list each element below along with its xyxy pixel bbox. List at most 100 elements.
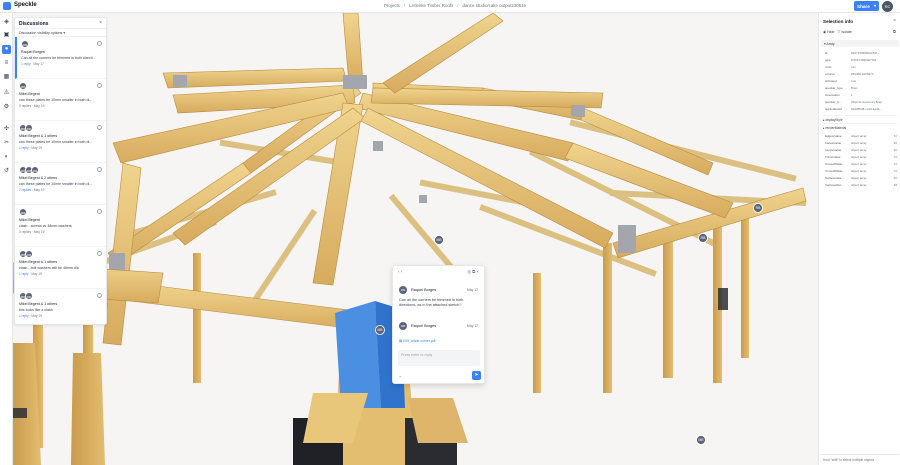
resolve-icon[interactable]	[97, 167, 102, 172]
resolve-icon[interactable]	[97, 293, 102, 298]
close-icon[interactable]: ×	[893, 18, 896, 24]
measure-icon[interactable]: ◬	[2, 88, 11, 97]
subgroup-render-material[interactable]: ▸ renderMaterial	[823, 123, 897, 130]
speckle-logo-icon[interactable]	[3, 2, 11, 10]
array-count: 72	[893, 169, 897, 173]
eye-icon: ◉	[823, 30, 827, 34]
property-row: isClosed true	[819, 79, 900, 86]
discussion-thread[interactable]: MB Mikel Begent can these plates be 10mm…	[15, 79, 106, 121]
discussion-thread[interactable]: MB RB Mikel Begent & 1 others this looks …	[15, 289, 106, 324]
discussion-thread[interactable]: MB RB RB Mikel Begent & 2 others can these…	[15, 163, 106, 205]
attachment-link[interactable]: ▤ K05_blade corner.pdf	[399, 339, 435, 343]
reply-input[interactable]: Press enter to reply	[398, 350, 480, 366]
top-bar: Speckle Projects / Lerlenke Timber Roofs / d…	[0, 0, 900, 13]
user-avatar[interactable]: RC	[882, 1, 893, 12]
selection-info-panel: Selection info × ◉ Hide ▽ Isolate ⧉ ▾ Ar…	[818, 13, 900, 465]
subgroup-label: renderMaterial	[825, 125, 847, 130]
chat-icon[interactable]: ●	[2, 45, 11, 54]
thread-replies: 2 replies	[19, 188, 32, 192]
discussion-pin-label: RB	[701, 236, 706, 240]
property-row: type bf76574999a07f9d	[819, 58, 900, 65]
selection-group-header[interactable]: ▾ Array	[821, 40, 899, 47]
thread-replies: 0 replies	[19, 230, 32, 234]
avatar: MB	[19, 208, 27, 216]
array-count: 20	[893, 141, 897, 145]
avatar: RB	[21, 40, 29, 48]
filter-icon: ▽	[837, 30, 841, 34]
list-icon[interactable]: ≡	[2, 59, 11, 68]
discussion-thread[interactable]: MB RB Mikel Begent & 1 others can these p…	[15, 121, 106, 163]
send-button[interactable]: ➤	[472, 371, 481, 380]
palette-icon[interactable]: ◐	[2, 153, 11, 162]
resolve-icon[interactable]	[97, 251, 102, 256]
array-count: 48	[893, 183, 897, 187]
settings-icon[interactable]: ⚙	[2, 103, 11, 112]
close-icon[interactable]: ×	[476, 269, 480, 274]
breadcrumb-project[interactable]: Lerlenke Timber Roofs	[409, 3, 453, 8]
grid-icon[interactable]: ▦	[2, 73, 11, 82]
breadcrumb-model[interactable]: dance studio/cake output230516	[463, 3, 526, 8]
property-value: true	[851, 79, 857, 83]
comment-author: Raquel Borges	[411, 288, 437, 292]
thread-date: May 19	[33, 188, 45, 192]
array-row[interactable]: Curve3D/dat... object array 72	[819, 169, 900, 176]
3d-viewer[interactable]: RB MB MB RB MB	[13, 13, 818, 465]
explode-icon[interactable]: ✣	[2, 125, 11, 134]
discussion-thread[interactable]: MB RB Mikel Begent & 1 others clash - bol…	[15, 247, 106, 289]
thread-nav-arrows[interactable]: ‹ ›	[398, 269, 402, 274]
thread-date: May 19	[31, 146, 42, 150]
hide-button[interactable]: ◉ Hide	[823, 30, 835, 34]
resolve-icon[interactable]	[97, 41, 102, 46]
array-row[interactable]: Surfaces/da... object array 20	[819, 176, 900, 183]
discussion-pin-label: MB	[698, 438, 704, 442]
property-value: object array	[851, 176, 867, 180]
thread-replies: 1 reply	[19, 146, 29, 150]
property-row: units mm	[819, 65, 900, 72]
thread-date: May 17	[33, 62, 44, 66]
isolate-button[interactable]: ▽ Isolate	[838, 30, 852, 34]
resolve-icon[interactable]	[97, 125, 102, 130]
array-row[interactable]: Faces/value object array 20	[819, 141, 900, 148]
array-row[interactable]: Trims/value object array 72	[819, 155, 900, 162]
close-icon[interactable]: ×	[99, 20, 102, 26]
breadcrumb-projects[interactable]: Projects	[384, 3, 400, 8]
property-row: speckle_ty... Objects.Geometry.Brep	[819, 100, 900, 107]
comment-date: May 17	[466, 324, 478, 328]
array-row[interactable]: Edges/value object array 72	[819, 134, 900, 141]
thread-text: can these plates be 10mm smaller in both…	[19, 140, 93, 144]
discussion-thread[interactable]: MB Mikel Begent clash - screws vs 48mm w…	[15, 205, 106, 247]
cube-icon[interactable]: ▣	[2, 31, 11, 40]
discussions-header: Discussions ×	[15, 18, 106, 29]
thread-replies: 1 reply	[21, 62, 31, 66]
share-button[interactable]: Share ▾	[854, 1, 879, 11]
visibility-options-dropdown[interactable]: Discussion visibility options ▾	[15, 29, 106, 37]
resolve-icon[interactable]	[97, 209, 102, 214]
open-external-icon[interactable]: ⧉	[893, 29, 896, 34]
property-value: 3a338b38-cc49-4a3b...	[851, 107, 882, 111]
property-value: object array	[851, 162, 867, 166]
visibility-options-label: Discussion visibility options	[19, 31, 63, 35]
discussion-thread[interactable]: RB Raquel Borges Can all the corners be …	[15, 37, 106, 79]
isolate-label: Isolate	[841, 30, 852, 34]
array-count: 20	[893, 148, 897, 152]
chevron-down-icon: ▾	[63, 31, 66, 35]
subgroup-display-style[interactable]: ▸ displayStyle	[823, 115, 897, 122]
history-icon[interactable]: ↺	[2, 167, 11, 176]
timber-dome-model[interactable]: RB MB MB RB MB	[13, 13, 818, 465]
layers-icon[interactable]: ◈	[2, 18, 11, 27]
array-row[interactable]: Loops/value object array 20	[819, 148, 900, 155]
thread-author: Mikel Begent & 1 others	[19, 134, 58, 138]
discussion-pin-label: MB	[436, 238, 442, 242]
array-row[interactable]: Vertices/dat... object array 48	[819, 183, 900, 190]
avatar: RB	[399, 286, 407, 294]
property-value: 8107290968d4254f...	[851, 51, 880, 55]
thread-author: Raquel Borges	[21, 50, 45, 54]
thread-toolbar: ◎⧉×	[467, 269, 480, 275]
property-row: volume 256400.4296974	[819, 72, 900, 79]
avatar: RB	[25, 250, 33, 258]
array-row[interactable]: Curve2D/dat... object array 72	[819, 162, 900, 169]
resolve-icon[interactable]	[97, 83, 102, 88]
paperclip-icon[interactable]: ⌁	[399, 374, 401, 379]
scissors-icon[interactable]: ✂	[2, 139, 11, 148]
thread-author: Mikel Begent & 1 others	[19, 260, 58, 264]
